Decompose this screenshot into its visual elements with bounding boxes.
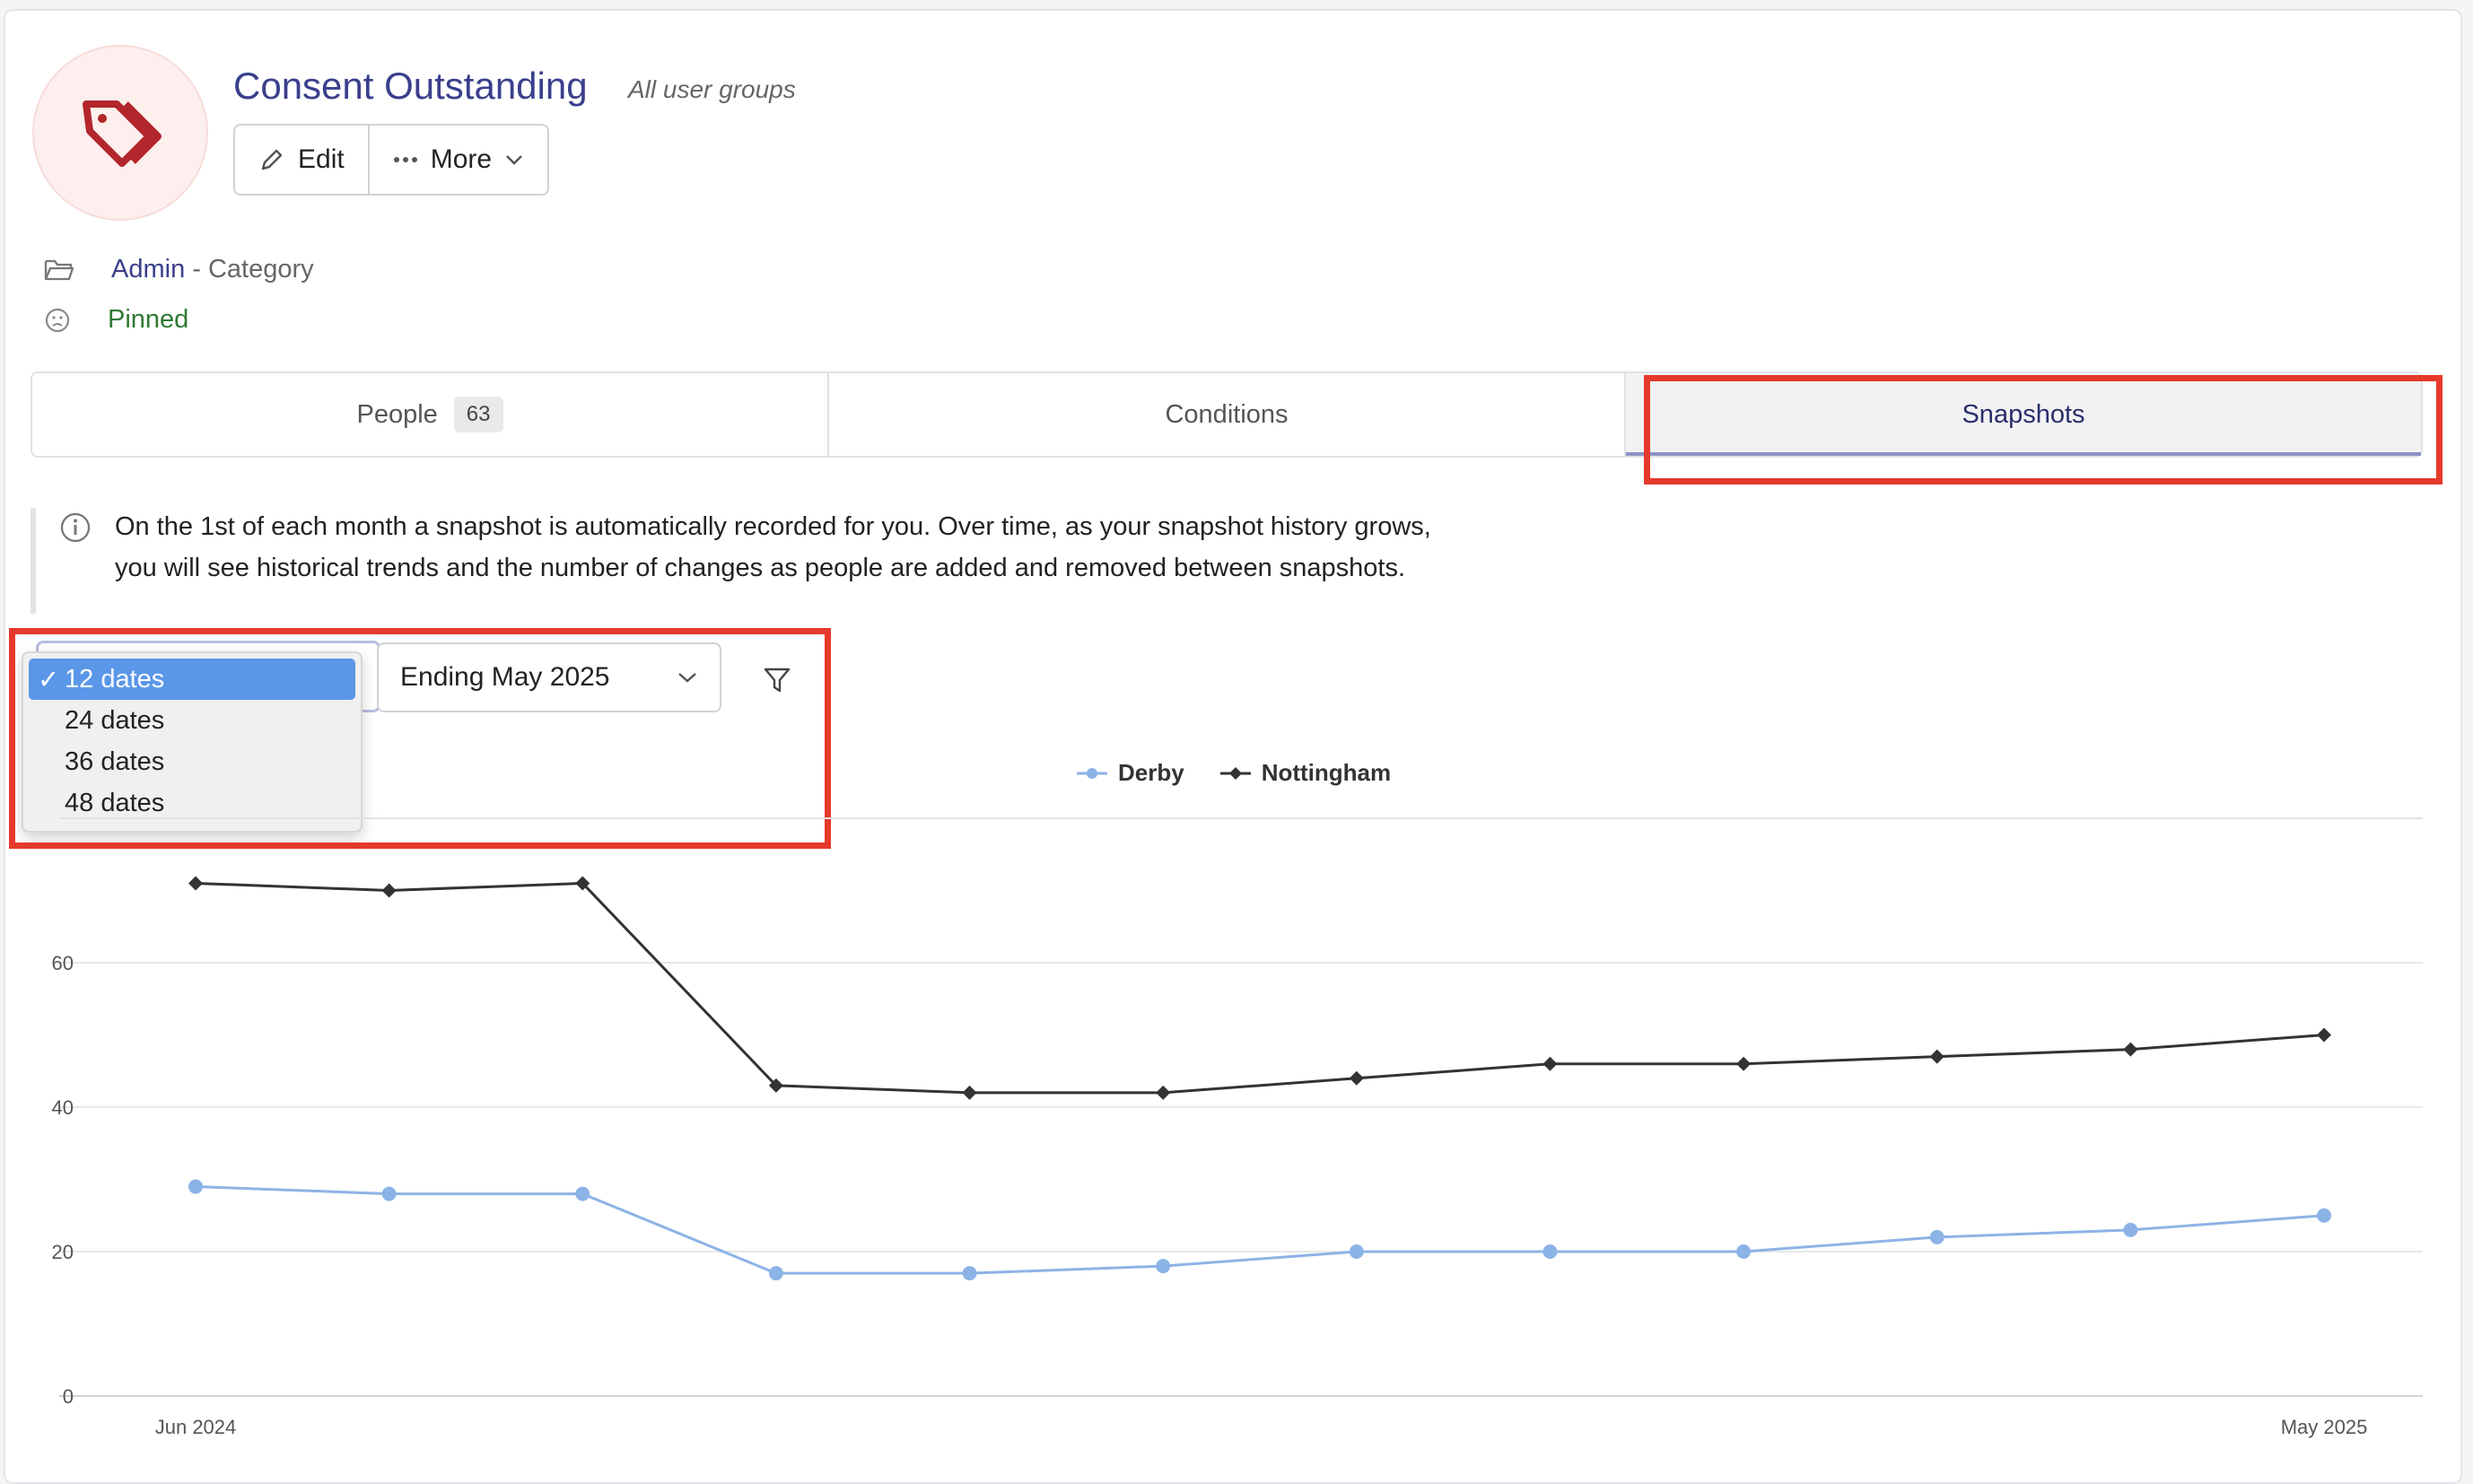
data-point-nottingham [1542, 1056, 1558, 1071]
data-point-derby [1736, 1244, 1752, 1259]
x-tick-label: May 2025 [2281, 1416, 2368, 1438]
data-point-nottingham [2123, 1042, 2138, 1057]
snapshot-line-chart: 0 20 40 60 Jun 2024 May 2025 [52, 817, 2423, 1438]
y-tick-label: 60 [52, 952, 74, 974]
data-point-derby [1156, 1259, 1171, 1274]
data-point-derby [381, 1186, 397, 1201]
data-point-nottingham [1736, 1056, 1752, 1071]
data-point-nottingham [188, 876, 203, 891]
y-tick-label: 40 [52, 1096, 74, 1119]
data-point-derby [2123, 1222, 2138, 1237]
data-point-derby [1929, 1229, 1944, 1244]
series-line-nottingham [195, 881, 2325, 1095]
data-point-derby [2317, 1208, 2331, 1223]
data-point-derby [1349, 1244, 1364, 1259]
y-tick-label: 0 [63, 1385, 74, 1408]
data-point-nottingham [1156, 1085, 1171, 1100]
data-point-derby [575, 1186, 590, 1201]
data-point-derby [768, 1266, 783, 1281]
data-point-nottingham [2317, 1027, 2331, 1043]
data-point-nottingham [381, 883, 397, 898]
data-point-nottingham [1349, 1070, 1364, 1086]
y-tick-label: 20 [52, 1241, 74, 1263]
data-point-nottingham [1929, 1049, 1944, 1064]
series-line-derby [195, 1185, 2325, 1275]
data-point-derby [188, 1179, 203, 1194]
data-point-nottingham [962, 1085, 977, 1100]
data-point-derby [962, 1266, 977, 1281]
x-tick-label: Jun 2024 [155, 1416, 237, 1438]
data-point-derby [1542, 1244, 1558, 1259]
